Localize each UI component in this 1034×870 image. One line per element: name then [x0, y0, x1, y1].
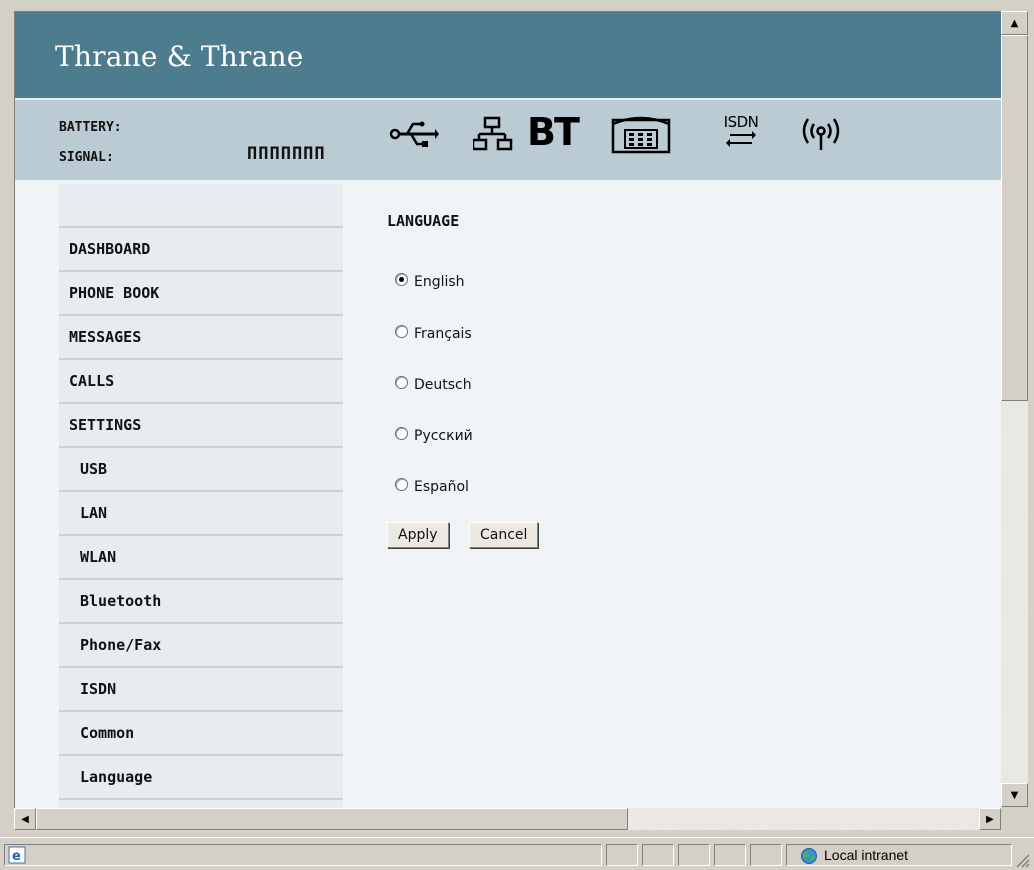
sidebar-item-isdn[interactable]: ISDN	[59, 668, 343, 712]
sidebar-item-calls[interactable]: CALLS	[59, 360, 343, 404]
sidebar-item-bluetooth[interactable]: Bluetooth	[59, 580, 343, 624]
page-viewport: Thrane & Thrane BATTERY: SIGNAL: ΠΠΠΠΠΠΠ	[14, 11, 1001, 808]
radio-button[interactable]	[395, 324, 408, 338]
sidebar-item-usb[interactable]: USB	[59, 448, 343, 492]
status-cell	[678, 844, 710, 866]
scroll-down-button[interactable]: ▼	[1001, 783, 1028, 807]
brand-logo: Thrane & Thrane	[55, 40, 304, 73]
status-cell	[606, 844, 638, 866]
language-option[interactable]: Deutsch	[395, 375, 472, 395]
language-option-label: Français	[414, 326, 472, 342]
language-option-label: Español	[414, 479, 469, 495]
isdn-icon: ISDN	[721, 114, 761, 152]
cancel-button[interactable]: Cancel	[469, 522, 539, 548]
language-option-label: Русский	[414, 428, 473, 444]
signal-label: SIGNAL:	[59, 150, 114, 165]
sidebar-item-settings[interactable]: SETTINGS	[59, 404, 343, 448]
vertical-scrollbar[interactable]: ▲ ▼	[1001, 11, 1028, 807]
resize-grip-icon[interactable]	[1014, 852, 1030, 868]
sidebar-item-language[interactable]: Language	[59, 756, 343, 800]
vertical-scroll-thumb[interactable]	[1001, 35, 1028, 401]
isdn-icon-label: ISDN	[723, 113, 759, 131]
usb-icon	[389, 121, 439, 147]
bluetooth-icon-label: BT	[527, 110, 580, 154]
sidebar-item-phone-fax[interactable]: Phone/Fax	[59, 624, 343, 668]
scroll-left-button[interactable]: ◀	[14, 808, 36, 830]
battery-label: BATTERY:	[59, 120, 122, 135]
security-zone-label: Local intranet	[824, 847, 909, 863]
browser-window: Thrane & Thrane BATTERY: SIGNAL: ΠΠΠΠΠΠΠ	[0, 0, 1034, 870]
language-option-label: Deutsch	[414, 377, 472, 393]
language-option[interactable]: Español	[395, 477, 469, 497]
language-option-label: English	[414, 274, 465, 290]
sidebar-item-common[interactable]: Common	[59, 712, 343, 756]
language-option[interactable]: Русский	[395, 426, 473, 446]
language-panel: LANGUAGE English Français Deutsch Русский Es…	[387, 212, 539, 548]
sidebar-nav: DASHBOARD PHONE BOOK MESSAGES CALLS SETTINGS…	[59, 184, 343, 808]
wlan-icon	[802, 118, 840, 150]
horizontal-scrollbar[interactable]: ◀ ▶	[14, 808, 1001, 830]
device-status-band: BATTERY: SIGNAL: ΠΠΠΠΠΠΠ BT ISDN	[15, 100, 1001, 180]
radio-button[interactable]	[395, 272, 408, 286]
intranet-globe-icon	[801, 848, 817, 864]
sidebar-spacer	[59, 184, 343, 228]
bluetooth-icon: BT	[527, 110, 580, 154]
sidebar-item-lan[interactable]: LAN	[59, 492, 343, 536]
scroll-right-button[interactable]: ▶	[979, 808, 1001, 830]
status-message-cell	[4, 844, 602, 866]
scrollbar-corner	[1001, 808, 1028, 830]
lan-icon	[473, 116, 513, 151]
apply-button[interactable]: Apply	[387, 522, 449, 548]
radio-button[interactable]	[395, 375, 408, 389]
language-option[interactable]: Français	[395, 324, 472, 344]
status-cell	[714, 844, 746, 866]
signal-strength-indicator: ΠΠΠΠΠΠΠ	[247, 144, 326, 164]
radio-button[interactable]	[395, 477, 408, 491]
sidebar-item-messages[interactable]: MESSAGES	[59, 316, 343, 360]
status-cell	[642, 844, 674, 866]
sidebar-item-dashboard[interactable]: DASHBOARD	[59, 228, 343, 272]
section-title: LANGUAGE	[387, 212, 460, 230]
radio-button[interactable]	[395, 426, 408, 440]
browser-status-bar: e Local intranet	[0, 837, 1034, 870]
status-cell	[750, 844, 782, 866]
horizontal-scroll-thumb[interactable]	[36, 808, 628, 830]
language-option[interactable]: English	[395, 272, 465, 292]
scroll-up-button[interactable]: ▲	[1001, 11, 1028, 35]
sidebar-item-wlan[interactable]: WLAN	[59, 536, 343, 580]
brand-header: Thrane & Thrane	[15, 12, 1001, 100]
sidebar-item-phone-book[interactable]: PHONE BOOK	[59, 272, 343, 316]
phone-icon	[611, 116, 671, 154]
isdn-arrows-icon	[726, 131, 756, 147]
